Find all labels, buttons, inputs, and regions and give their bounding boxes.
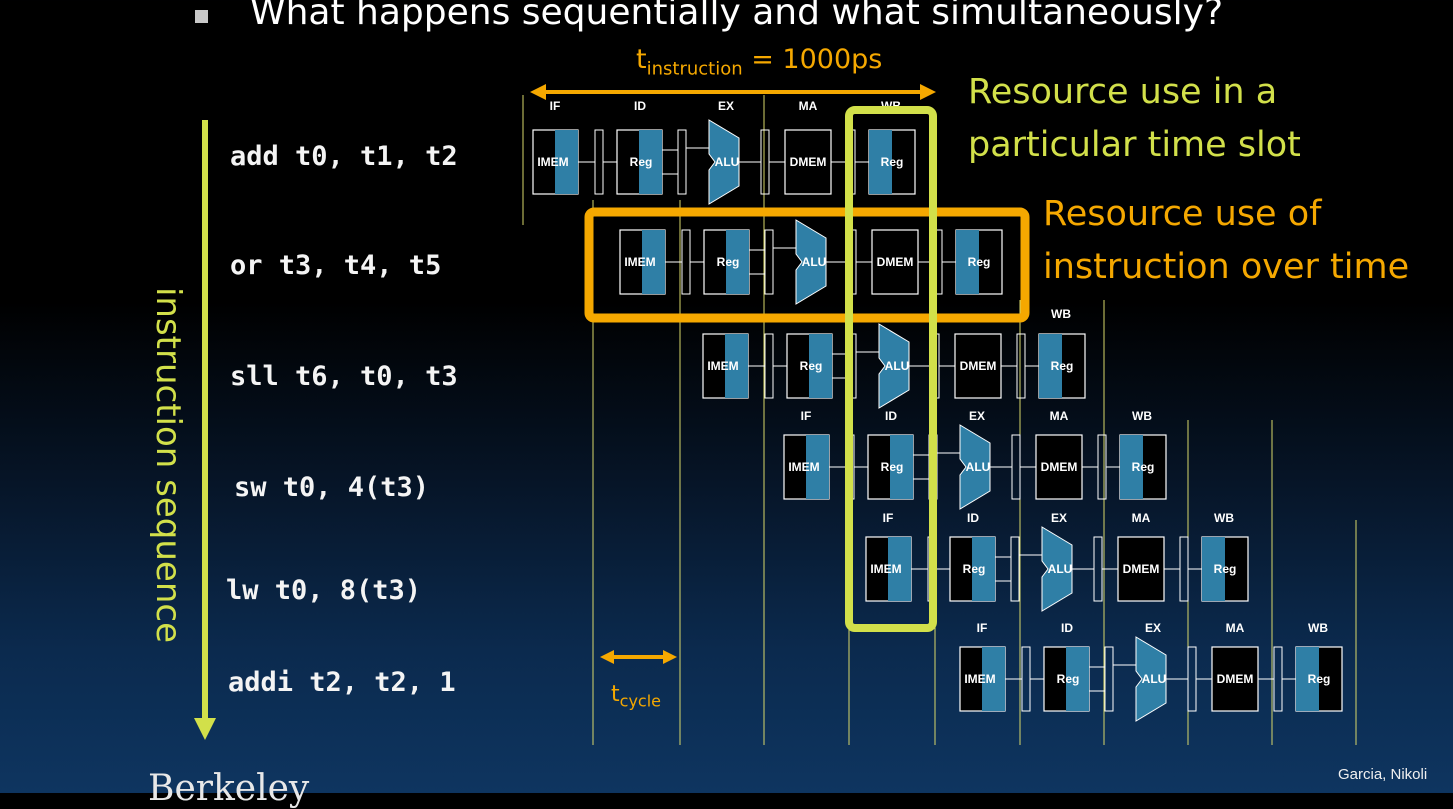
pipe-register (1010, 536, 1020, 602)
pipeline-row-1: IMEM Reg ALU DMEM RegIF ID EX MA WB (532, 99, 916, 205)
imem-label: IMEM (707, 359, 738, 373)
stage-label-if: IF (550, 99, 561, 113)
dmem-label: DMEM (960, 359, 997, 373)
stage-label-ma: MA (1132, 511, 1151, 525)
dmem-label: DMEM (877, 255, 914, 269)
pipe-register (1021, 646, 1031, 712)
alu-label: ALU (1142, 672, 1167, 686)
imem-label: IMEM (788, 460, 819, 474)
imem-label: IMEM (870, 562, 901, 576)
stage-label-ex: EX (1145, 621, 1161, 635)
pipe-register (1187, 646, 1197, 712)
reg-read-label: Reg (881, 460, 904, 474)
reg-write-label: Reg (1308, 672, 1331, 686)
alu-label: ALU (966, 460, 991, 474)
alu-label: ALU (885, 359, 910, 373)
stage-label-ma: MA (1050, 409, 1069, 423)
footer-authors: Garcia, Nikoli (1338, 766, 1428, 783)
sequence-arrowhead (194, 718, 216, 740)
stage-label-wb: WB (1132, 409, 1152, 423)
pipeline-row-6: IMEM Reg ALU DMEM Reg IF ID EX MA WB (959, 621, 1343, 722)
imem-label: IMEM (624, 255, 655, 269)
reg-read-label: Reg (1057, 672, 1080, 686)
pipe-register (681, 229, 691, 295)
reg-read-label: Reg (963, 562, 986, 576)
alu-label: ALU (1048, 562, 1073, 576)
pipe-register (1011, 434, 1021, 500)
pipeline-rows: IMEM Reg ALU DMEM Reg IF ID EX MA WB IMEM Reg ALU DME… (532, 99, 1343, 722)
pipe-register (764, 333, 774, 399)
reg-read-label: Reg (630, 155, 653, 169)
stage-label-wb: WB (1308, 621, 1328, 635)
stage-label-id: ID (1061, 621, 1073, 635)
footer-berkeley: Berkeley (148, 768, 310, 809)
stage-label-id: ID (634, 99, 646, 113)
imem-label: IMEM (537, 155, 568, 169)
dmem-label: DMEM (1123, 562, 1160, 576)
stage-label-wb: WB (1214, 511, 1234, 525)
dmem-label: DMEM (1041, 460, 1078, 474)
pipe-register (1097, 434, 1107, 500)
pipeline-row-2: IMEM Reg ALU DMEM Reg (619, 219, 1003, 305)
alu-label: ALU (802, 255, 827, 269)
pipe-register (1179, 536, 1189, 602)
imem-label: IMEM (964, 672, 995, 686)
pipe-register (1093, 536, 1103, 602)
stage-label-ex: EX (718, 99, 734, 113)
t-instruction-arrowhead-right (920, 84, 936, 100)
stage-label-id: ID (967, 511, 979, 525)
t-cycle-arrowhead-right (663, 650, 677, 664)
stage-label-if: IF (883, 511, 894, 525)
t-cycle-arrowhead-left (600, 650, 614, 664)
pipeline-row-4: IMEM Reg ALU DMEM Reg IF ID EX MA WB (783, 409, 1167, 510)
pipe-register (1273, 646, 1283, 712)
reg-write-label: Reg (1051, 359, 1074, 373)
t-instruction-arrowhead-left (530, 84, 546, 100)
reg-read-label: Reg (800, 359, 823, 373)
pipe-register (1016, 333, 1026, 399)
pipe-register (677, 129, 687, 195)
stage-label-ex: EX (1051, 511, 1067, 525)
stage-label-ma: MA (1226, 621, 1245, 635)
dmem-label: DMEM (790, 155, 827, 169)
pipe-register (764, 229, 774, 295)
reg-write-label: Reg (881, 155, 904, 169)
reg-write-label: Reg (1132, 460, 1155, 474)
pipe-register (760, 129, 770, 195)
dmem-label: DMEM (1217, 672, 1254, 686)
reg-write-label: Reg (968, 255, 991, 269)
pipeline-diagram: IMEM Reg ALU DMEM Reg IF ID EX MA WB IMEM Reg ALU DME… (194, 84, 1357, 745)
stage-label-ex: EX (969, 409, 985, 423)
reg-write-label: Reg (1214, 562, 1237, 576)
stage-label-id: ID (885, 409, 897, 423)
pipe-register (594, 129, 604, 195)
pipeline-row-5: IMEM Reg ALU DMEM Reg IF ID EX MA WB (865, 511, 1249, 612)
stage-label-ma: MA (799, 99, 818, 113)
pipe-register (1104, 646, 1114, 712)
stage-label-if: IF (801, 409, 812, 423)
stage-label-wb: WB (1051, 307, 1071, 321)
reg-read-label: Reg (717, 255, 740, 269)
stage-label-if: IF (977, 621, 988, 635)
alu-label: ALU (715, 155, 740, 169)
